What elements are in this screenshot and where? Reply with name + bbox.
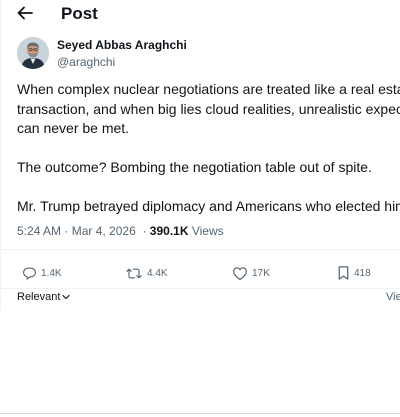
post-paragraph: Mr. Trump betrayed diplomacy and America… [17, 198, 400, 214]
page-title: Post [61, 4, 98, 23]
reply-button[interactable]: 1.4K [22, 262, 62, 284]
sort-dropdown[interactable]: Relevant [17, 291, 71, 303]
page: Post Seyed Abbas Araghchi @araghchi When… [0, 0, 400, 417]
sort-label: Relevant [17, 291, 61, 303]
repost-icon [126, 268, 142, 278]
post-time[interactable]: 5:24 AM [17, 224, 61, 238]
post-text-line: transaction, and when big lies cloud rea… [17, 100, 400, 117]
reply-sort-row: Relevant Vie [1, 290, 400, 308]
divider [1, 249, 400, 250]
meta-separator: · [64, 224, 69, 238]
views-count: 390.1K [149, 224, 189, 238]
like-count: 17K [252, 267, 270, 279]
repost-button[interactable]: 4.4K [125, 262, 168, 284]
avatar[interactable] [17, 37, 49, 69]
author-handle[interactable]: @araghchi [57, 55, 115, 69]
chevron-down-icon [62, 294, 71, 300]
blank-area [0, 311, 400, 417]
post-date[interactable]: Mar 4, 2026 [72, 224, 136, 238]
post-meta: 5:24 AM · Mar 4, 2026 · 390.1K Views [17, 224, 224, 238]
views-label: Views [191, 224, 224, 238]
reply-count: 1.4K [41, 267, 62, 279]
post-header: Post [1, 0, 400, 28]
author-name[interactable]: Seyed Abbas Araghchi [57, 38, 187, 52]
post-text-line: When complex nuclear negotiations are tr… [17, 81, 400, 97]
post-text-line: can never be met. [17, 120, 130, 136]
post-paragraph: When complex nuclear negotiations are tr… [17, 80, 400, 139]
divider [0, 413, 400, 414]
post-text: When complex nuclear negotiations are tr… [17, 80, 400, 236]
repost-count: 4.4K [147, 267, 168, 279]
divider [1, 288, 400, 289]
reply-icon [23, 267, 36, 280]
bookmark-button[interactable]: 418 [337, 262, 371, 284]
post-panel: Post Seyed Abbas Araghchi @araghchi When… [0, 0, 400, 311]
post-paragraph: The outcome? Bombing the negotiation tab… [17, 159, 372, 175]
like-icon [233, 266, 247, 280]
like-button[interactable]: 17K [232, 262, 270, 284]
meta-separator: · [142, 224, 147, 238]
bookmark-count: 418 [354, 267, 371, 279]
bookmark-icon [338, 266, 349, 280]
view-quotes-link[interactable]: Vie [386, 291, 400, 303]
action-bar: 1.4K 4.4K 17K 418 [1, 262, 400, 284]
arrow-left-icon[interactable] [15, 3, 35, 23]
